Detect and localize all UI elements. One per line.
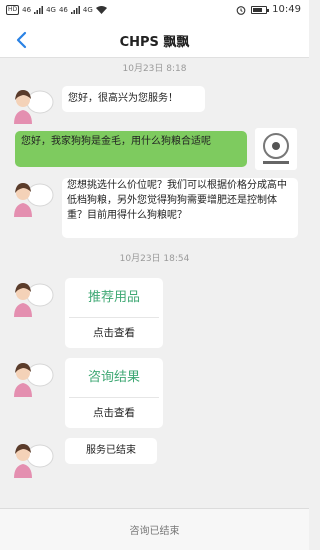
agent-avatar-icon[interactable] — [10, 277, 54, 319]
status-bar: HD 46 4G 46 4G 10:49 — [0, 0, 309, 22]
user-avatar-icon[interactable] — [255, 128, 297, 170]
status-right: 10:49 — [236, 4, 301, 15]
message-bubble: 您想挑选什么价位呢？我们可以根据价格分成高中低档狗粮，另外您觉得狗狗需要增肥还是… — [62, 178, 298, 238]
card-title: 咨询结果 — [69, 358, 159, 398]
battery-icon — [251, 5, 270, 14]
signal-indicators: HD 46 4G 46 4G — [6, 5, 107, 15]
signal-bars-icon — [34, 6, 44, 14]
hd-badge: HD — [6, 5, 20, 15]
card-title: 推荐用品 — [69, 278, 159, 318]
nav-bar: CHPS 飘飘 — [0, 22, 309, 58]
card-view-link[interactable]: 点击查看 — [65, 398, 163, 428]
agent-avatar-icon[interactable] — [10, 84, 54, 126]
my-message-bubble: 您好，我家狗狗是金毛，用什么狗粮合适呢 — [15, 131, 247, 167]
card-view-link[interactable]: 点击查看 — [65, 318, 163, 348]
recommendation-card[interactable]: 推荐用品 点击查看 — [65, 278, 163, 348]
alarm-icon — [236, 5, 246, 15]
battery-level — [253, 7, 262, 12]
agent-avatar-icon[interactable] — [10, 357, 54, 399]
message-bubble: 服务已结束 — [65, 438, 157, 464]
signal-label-2: 46 — [58, 6, 68, 14]
signal-label-1: 46 — [22, 6, 32, 14]
consult-result-card[interactable]: 咨询结果 点击查看 — [65, 358, 163, 428]
chat-footer: 咨询已结束 — [0, 508, 309, 550]
chat-title: CHPS 飘飘 — [119, 35, 190, 50]
consult-ended-label: 咨询已结束 — [129, 526, 180, 537]
network-label-2: 4G — [82, 6, 93, 14]
agent-avatar-icon[interactable] — [10, 177, 54, 219]
timestamp: 10月23日 8:18 — [122, 64, 187, 74]
agent-avatar-icon[interactable] — [10, 438, 54, 480]
wifi-icon — [95, 6, 107, 14]
message-bubble: 您好，很高兴为您服务！ — [62, 86, 205, 112]
network-label-1: 4G — [46, 6, 56, 14]
clock: 10:49 — [272, 4, 301, 15]
timestamp: 10月23日 18:54 — [119, 254, 190, 264]
signal-bars-icon-2 — [70, 6, 80, 14]
